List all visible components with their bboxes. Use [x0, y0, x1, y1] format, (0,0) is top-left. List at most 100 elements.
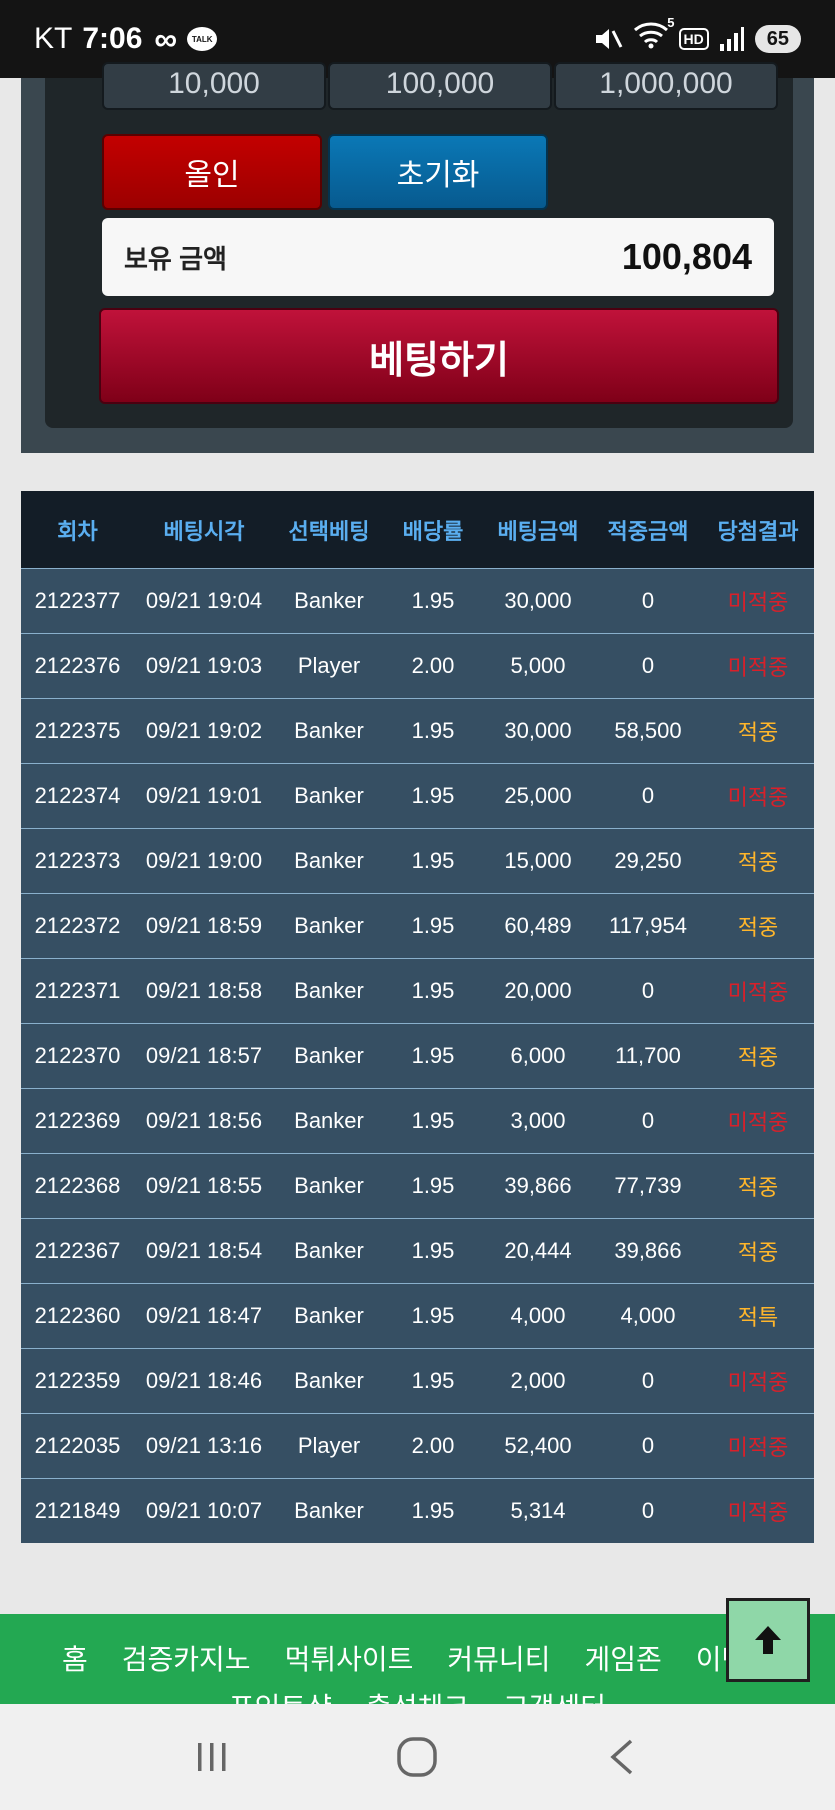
battery-indicator: 65	[754, 25, 801, 53]
chip-button-100000[interactable]: 100,000	[328, 62, 552, 110]
cell-bet-time: 09/21 18:47	[134, 1283, 274, 1349]
table-header-row: 회차 베팅시각 선택베팅 배당률 베팅금액 적중금액 당첨결과	[21, 491, 814, 569]
cell-bet-amount: 4,000	[482, 1283, 594, 1349]
table-row: 2122374 09/21 19:01 Banker 1.95 25,000 0 미적중	[21, 763, 814, 829]
cell-bet-amount: 39,866	[482, 1153, 594, 1219]
footer-nav-item[interactable]: 포인트샵	[229, 1686, 332, 1704]
cell-result: 미적중	[702, 633, 814, 699]
recent-apps-icon[interactable]	[192, 1737, 232, 1777]
back-chevron-icon[interactable]	[603, 1737, 643, 1777]
cell-win-amount: 58,500	[594, 698, 702, 764]
footer-nav-item[interactable]: 홈	[62, 1638, 88, 1678]
reset-button[interactable]: 초기화	[328, 134, 548, 210]
cell-odds: 1.95	[384, 1088, 482, 1154]
cell-bet-time: 09/21 19:02	[134, 698, 274, 764]
cell-bet-time: 09/21 19:00	[134, 828, 274, 894]
table-row: 2122368 09/21 18:55 Banker 1.95 39,866 77,739…	[21, 1153, 814, 1219]
cell-pick: Banker	[274, 1478, 384, 1543]
betting-panel: 10,000 100,000 1,000,000 올인 초기화 보유 금액 10…	[21, 62, 814, 453]
cell-bet-time: 09/21 18:54	[134, 1218, 274, 1284]
footer-nav-item[interactable]: 검증카지노	[122, 1638, 251, 1678]
scroll-top-button[interactable]	[726, 1598, 810, 1682]
cell-odds: 1.95	[384, 828, 482, 894]
place-bet-button[interactable]: 베팅하기	[99, 308, 779, 404]
cell-odds: 1.95	[384, 1478, 482, 1543]
cell-round: 2122374	[21, 763, 134, 829]
cell-pick: Banker	[274, 1218, 384, 1284]
cell-win-amount: 0	[594, 763, 702, 829]
cell-bet-time: 09/21 19:01	[134, 763, 274, 829]
cell-odds: 2.00	[384, 633, 482, 699]
clock: 7:06	[82, 22, 143, 55]
bet-history-table: 회차 베팅시각 선택베팅 배당률 베팅금액 적중금액 당첨결과 2122377 0…	[21, 491, 814, 1543]
carrier-label: KT	[34, 22, 73, 55]
cell-round: 2122367	[21, 1218, 134, 1284]
table-row: 2122371 09/21 18:58 Banker 1.95 20,000 0 미적중	[21, 958, 814, 1024]
footer-nav-item[interactable]: 고객센터	[503, 1686, 606, 1704]
chip-button-1000000[interactable]: 1,000,000	[554, 62, 778, 110]
cell-result: 적중	[702, 1023, 814, 1089]
cell-win-amount: 0	[594, 1348, 702, 1414]
cell-result: 적중	[702, 1153, 814, 1219]
footer-nav-item[interactable]: 먹튀사이트	[285, 1638, 414, 1678]
cell-pick: Banker	[274, 1283, 384, 1349]
cell-pick: Player	[274, 633, 384, 699]
footer-nav-item[interactable]: 게임존	[584, 1638, 661, 1678]
cell-win-amount: 4,000	[594, 1283, 702, 1349]
table-row: 2122372 09/21 18:59 Banker 1.95 60,489 117,95…	[21, 893, 814, 959]
cell-win-amount: 0	[594, 1088, 702, 1154]
cell-result: 미적중	[702, 763, 814, 829]
infinity-icon: ∞	[154, 20, 178, 57]
cell-pick: Banker	[274, 1023, 384, 1089]
cell-bet-time: 09/21 18:56	[134, 1088, 274, 1154]
col-header-bet-amount: 베팅금액	[482, 491, 594, 569]
cell-pick: Player	[274, 1413, 384, 1479]
bet-history-body: 2122377 09/21 19:04 Banker 1.95 30,000 0 미적중 21…	[21, 568, 814, 1543]
cell-pick: Banker	[274, 1153, 384, 1219]
cell-odds: 1.95	[384, 1348, 482, 1414]
footer-nav-item[interactable]: 커뮤니티	[447, 1638, 550, 1678]
all-in-button[interactable]: 올인	[102, 134, 322, 210]
wifi-band-label: 5	[667, 15, 675, 30]
col-header-bet-time: 베팅시각	[134, 491, 274, 569]
cell-win-amount: 29,250	[594, 828, 702, 894]
cell-bet-time: 09/21 18:55	[134, 1153, 274, 1219]
cell-round: 2122371	[21, 958, 134, 1024]
cell-bet-amount: 25,000	[482, 763, 594, 829]
footer-nav-row: 홈검증카지노먹튀사이트커뮤니티게임존이벤트	[0, 1614, 835, 1678]
cell-pick: Banker	[274, 1348, 384, 1414]
cell-odds: 1.95	[384, 763, 482, 829]
home-circle-icon[interactable]	[395, 1735, 439, 1779]
cell-odds: 1.95	[384, 893, 482, 959]
balance-value: 100,804	[621, 236, 752, 277]
col-header-round: 회차	[21, 491, 134, 569]
chip-button-10000[interactable]: 10,000	[102, 62, 326, 110]
cell-win-amount: 0	[594, 1478, 702, 1543]
cell-round: 2122369	[21, 1088, 134, 1154]
cell-pick: Banker	[274, 1088, 384, 1154]
cell-win-amount: 39,866	[594, 1218, 702, 1284]
cell-bet-amount: 30,000	[482, 568, 594, 634]
cell-bet-time: 09/21 13:16	[134, 1413, 274, 1479]
cell-pick: Banker	[274, 568, 384, 634]
cell-bet-amount: 3,000	[482, 1088, 594, 1154]
footer-nav-item[interactable]: 출석체크	[366, 1686, 469, 1704]
footer-nav-row-2: 포인트샵 출석체크 고객센터	[0, 1678, 835, 1704]
cell-result: 적중	[702, 828, 814, 894]
cell-round: 2122375	[21, 698, 134, 764]
cell-result: 적중	[702, 893, 814, 959]
cell-result: 미적중	[702, 958, 814, 1024]
cell-pick: Banker	[274, 698, 384, 764]
cell-bet-amount: 6,000	[482, 1023, 594, 1089]
table-row: 2121849 09/21 10:07 Banker 1.95 5,314 0 미적중	[21, 1478, 814, 1543]
cell-win-amount: 77,739	[594, 1153, 702, 1219]
cell-bet-amount: 15,000	[482, 828, 594, 894]
cell-round: 2122370	[21, 1023, 134, 1089]
cell-bet-time: 09/21 19:03	[134, 633, 274, 699]
cell-bet-amount: 30,000	[482, 698, 594, 764]
table-row: 2122035 09/21 13:16 Player 2.00 52,400 0 미적중	[21, 1413, 814, 1479]
cell-round: 2122035	[21, 1413, 134, 1479]
table-row: 2122375 09/21 19:02 Banker 1.95 30,000 58,500…	[21, 698, 814, 764]
cell-result: 미적중	[702, 1413, 814, 1479]
table-row: 2122369 09/21 18:56 Banker 1.95 3,000 0 미적중	[21, 1088, 814, 1154]
